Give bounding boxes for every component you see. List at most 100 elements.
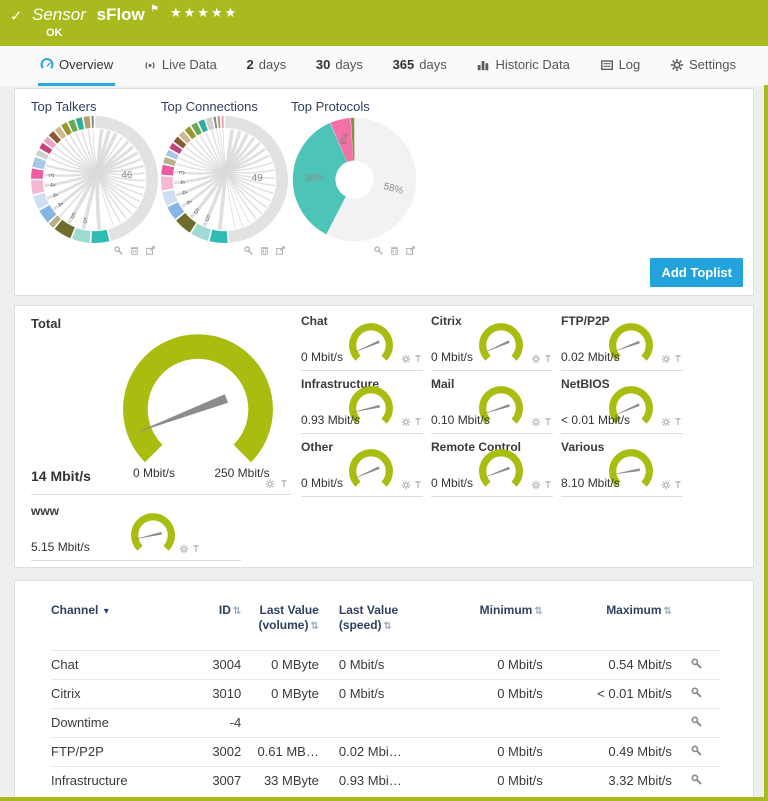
- pin-icon[interactable]: [543, 480, 553, 490]
- wrench-icon[interactable]: [243, 245, 254, 256]
- table-row: FTP/P2P 3002 0.61 MB… 0.02 Mbi… 0 Mbit/s…: [51, 737, 721, 766]
- col-header-maximum[interactable]: Maximum⇅: [543, 581, 672, 650]
- gauge-cell-www: www 5.15 Mbit/s: [31, 504, 241, 561]
- svg-text:5: 5: [82, 216, 88, 226]
- cell-minimum: 0 Mbit/s: [423, 679, 543, 708]
- table-row: Infrastructure 3007 33 MByte 0.93 Mbi… 0…: [51, 766, 721, 795]
- tab-live-data[interactable]: Live Data: [141, 46, 219, 86]
- add-toplist-button[interactable]: Add Toplist: [650, 258, 743, 287]
- cell-minimum: 0 Mbit/s: [423, 737, 543, 766]
- tab-log[interactable]: Log: [598, 46, 643, 86]
- cell-minimum: 0 Mbit/s: [423, 650, 543, 679]
- trash-icon[interactable]: [129, 245, 140, 256]
- cell-speed: 0 Mbit/s: [319, 650, 423, 679]
- status-check-icon: ✓: [10, 7, 23, 25]
- gear-icon[interactable]: [265, 479, 275, 489]
- gear-icon[interactable]: [531, 354, 541, 364]
- sort-icon[interactable]: ⇅: [384, 621, 392, 632]
- trash-icon[interactable]: [259, 245, 270, 256]
- col-header-last-value-volume[interactable]: Last Value (volume)⇅: [241, 581, 319, 650]
- cell-id: 3010: [183, 679, 241, 708]
- col-header-id[interactable]: ID⇅: [183, 581, 241, 650]
- wrench-icon[interactable]: [113, 245, 124, 256]
- gear-icon[interactable]: [661, 354, 671, 364]
- col-header-channel[interactable]: Channel ▾: [51, 581, 183, 650]
- gauge-chart: [343, 445, 399, 494]
- channel-settings-wrench-icon[interactable]: [690, 686, 703, 699]
- export-icon[interactable]: [145, 245, 156, 256]
- pin-icon[interactable]: [413, 417, 423, 427]
- gauge-actions: [265, 476, 289, 494]
- svg-text:49: 49: [252, 173, 264, 184]
- gauge-chart: [473, 319, 529, 368]
- tab-bar: Overview Live Data 2 days 30 days 365 da…: [0, 46, 768, 86]
- page-frame-bottom: [0, 797, 768, 801]
- tab-2-days[interactable]: 2 days: [245, 46, 289, 86]
- wrench-icon[interactable]: [373, 245, 384, 256]
- pin-icon[interactable]: [279, 479, 289, 489]
- cell-channel: Chat: [51, 650, 183, 679]
- gauge-cell-citrix: Citrix 0 Mbit/s: [431, 314, 553, 371]
- priority-stars[interactable]: ★★★★★: [170, 5, 238, 21]
- gauge-cell-mail: Mail 0.10 Mbit/s: [431, 377, 553, 434]
- sort-icon[interactable]: ⇅: [310, 621, 318, 632]
- sort-icon[interactable]: ⇅: [664, 606, 672, 617]
- gear-icon[interactable]: [531, 417, 541, 427]
- pin-icon[interactable]: [543, 354, 553, 364]
- gear-icon[interactable]: [661, 480, 671, 490]
- gear-icon[interactable]: [661, 417, 671, 427]
- svg-text:4: 4: [50, 191, 60, 199]
- cell-speed: [319, 708, 423, 737]
- page-frame-right: [764, 85, 768, 801]
- gear-icon[interactable]: [179, 544, 189, 554]
- flag-icon[interactable]: ⚑: [150, 4, 159, 15]
- gear-icon[interactable]: [531, 480, 541, 490]
- gear-icon[interactable]: [401, 480, 411, 490]
- col-header-minimum[interactable]: Minimum⇅: [423, 581, 543, 650]
- sensor-name: sFlow: [97, 5, 145, 24]
- gauge-label: Chat: [301, 314, 328, 328]
- sort-icon[interactable]: ⇅: [534, 606, 542, 617]
- tab-settings[interactable]: Settings: [668, 46, 738, 86]
- tab-365-days[interactable]: 365 days: [391, 46, 449, 86]
- tab-overview[interactable]: Overview: [38, 46, 115, 86]
- tab-30-days[interactable]: 30 days: [314, 46, 365, 86]
- col-header-last-value-speed[interactable]: Last Value (speed)⇅: [319, 581, 423, 650]
- tab-historic-data[interactable]: Historic Data: [474, 46, 571, 86]
- export-icon[interactable]: [275, 245, 286, 256]
- cell-maximum: < 0.01 Mbit/s: [543, 679, 672, 708]
- channel-settings-wrench-icon[interactable]: [690, 773, 703, 786]
- gear-icon[interactable]: [401, 354, 411, 364]
- channel-settings-wrench-icon[interactable]: [690, 715, 703, 728]
- pin-icon[interactable]: [413, 354, 423, 364]
- pin-icon[interactable]: [543, 417, 553, 427]
- gear-icon[interactable]: [401, 417, 411, 427]
- cell-channel: Infrastructure: [51, 766, 183, 795]
- pin-icon[interactable]: [191, 544, 201, 554]
- svg-text:3: 3: [177, 170, 187, 176]
- gauge-value: 5.15 Mbit/s: [31, 540, 90, 554]
- pin-icon[interactable]: [673, 480, 683, 490]
- svg-text:4: 4: [48, 182, 58, 188]
- gauge-label: www: [31, 504, 59, 518]
- page-title: Sensor sFlow: [32, 5, 145, 25]
- gauge-cell-remote-control: Remote Control 0 Mbit/s: [431, 440, 553, 497]
- cell-speed: 0.02 Mbi…: [319, 737, 423, 766]
- pin-icon[interactable]: [413, 480, 423, 490]
- top-connections-chord-chart[interactable]: 49554443: [161, 116, 288, 243]
- channel-settings-wrench-icon[interactable]: [690, 657, 703, 670]
- cell-id: 3007: [183, 766, 241, 795]
- pin-icon[interactable]: [673, 417, 683, 427]
- top-talkers-chord-chart[interactable]: 46554443: [31, 116, 158, 243]
- trash-icon[interactable]: [389, 245, 400, 256]
- sort-icon[interactable]: ⇅: [233, 606, 241, 617]
- cell-volume: 0.61 MB…: [241, 737, 319, 766]
- pin-icon[interactable]: [673, 354, 683, 364]
- cell-volume: 33 MByte: [241, 766, 319, 795]
- channel-settings-wrench-icon[interactable]: [690, 744, 703, 757]
- top-protocols-pie-chart[interactable]: 58%36%6%: [291, 116, 418, 243]
- total-gauge-value: 14 Mbit/s: [31, 468, 91, 484]
- export-icon[interactable]: [405, 245, 416, 256]
- sort-desc-icon[interactable]: ▾: [104, 606, 109, 617]
- gauge-value: 0.93 Mbit/s: [301, 413, 360, 427]
